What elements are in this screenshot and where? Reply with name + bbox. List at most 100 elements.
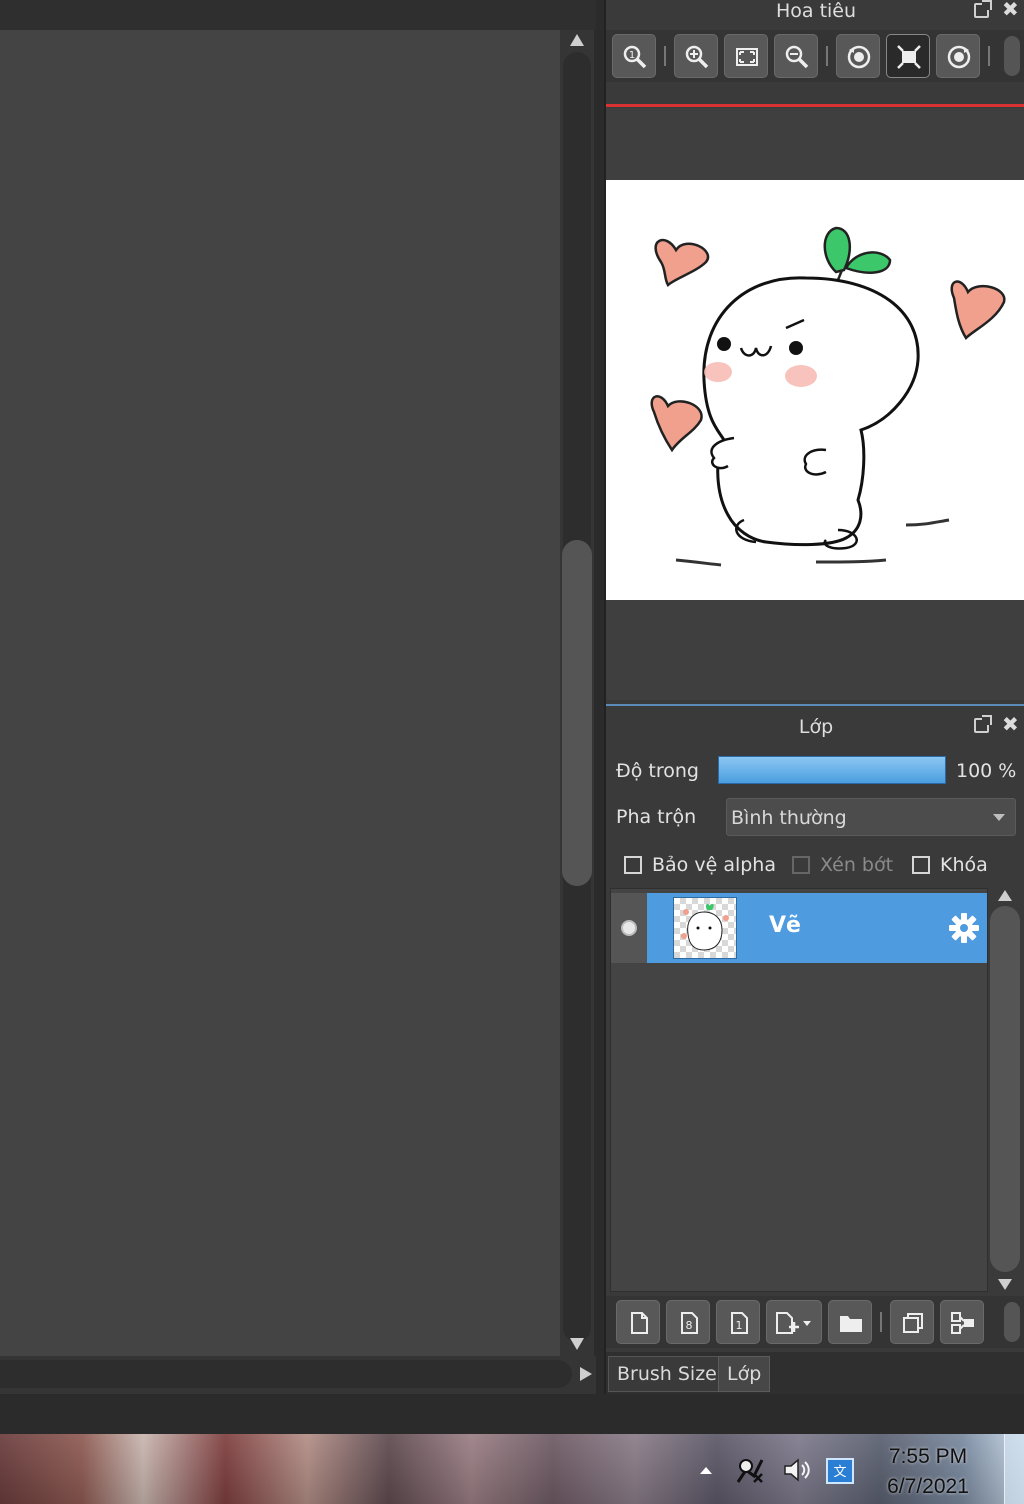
add-layer-dropdown-icon bbox=[776, 1312, 811, 1334]
float-panel-icon[interactable] bbox=[974, 715, 992, 733]
lock-checkbox[interactable] bbox=[912, 856, 930, 874]
layer-name: Vẽ bbox=[769, 913, 801, 938]
layer-toolbar: 8 1 bbox=[606, 1296, 1024, 1348]
navigator-title: Hoa tiêu bbox=[775, 0, 857, 22]
canvas-vertical-scrollbar[interactable] bbox=[560, 30, 594, 1356]
layer-visibility-toggle[interactable] bbox=[611, 893, 647, 963]
scrollbar-thumb[interactable] bbox=[562, 540, 592, 886]
volume-icon[interactable] bbox=[782, 1456, 812, 1484]
sprout-leaf bbox=[844, 251, 892, 274]
dock-splitter[interactable] bbox=[596, 0, 604, 1394]
merge-layer-icon bbox=[951, 1312, 974, 1334]
opacity-value: 100 % bbox=[956, 760, 1017, 782]
system-clock[interactable]: 7:55 PM 6/7/2021 bbox=[876, 1442, 980, 1502]
character-body bbox=[702, 276, 920, 547]
clipping-label: Xén bớt bbox=[820, 854, 894, 876]
layer-thumbnail-image bbox=[681, 903, 729, 951]
new-8bit-layer-icon: 8 bbox=[681, 1312, 698, 1334]
zoom-reset-button[interactable]: 1 bbox=[612, 34, 656, 78]
scroll-up-arrow-icon[interactable] bbox=[570, 34, 584, 46]
taskbar: 文 7:55 PM 6/7/2021 bbox=[0, 1434, 1024, 1504]
rotate-left-icon bbox=[847, 45, 871, 69]
system-tray: 文 7:55 PM 6/7/2021 bbox=[690, 1434, 1024, 1504]
svg-text:8: 8 bbox=[686, 1319, 693, 1332]
rotate-left-button[interactable] bbox=[836, 34, 880, 78]
status-strip bbox=[0, 1394, 1024, 1434]
rotate-right-icon bbox=[947, 45, 971, 69]
new-8bit-layer-button[interactable]: 8 bbox=[666, 1300, 710, 1344]
navigator-view-frame-line bbox=[606, 104, 1024, 107]
blend-mode-select[interactable]: Bình thường bbox=[726, 798, 1016, 836]
duplicate-layer-icon bbox=[903, 1313, 923, 1333]
zoom-reset-icon: 1 bbox=[623, 45, 647, 69]
network-icon[interactable] bbox=[734, 1456, 766, 1484]
new-1bit-layer-button[interactable]: 1 bbox=[716, 1300, 760, 1344]
character-eye bbox=[717, 337, 731, 351]
zoom-in-button[interactable] bbox=[674, 34, 718, 78]
character-cheek bbox=[785, 365, 817, 387]
dock-tab-bar: Brush Size Lớp bbox=[606, 1352, 1024, 1394]
clipping-checkbox[interactable] bbox=[792, 856, 810, 874]
panel-divider[interactable] bbox=[606, 704, 1024, 706]
input-method-icon[interactable]: 文 bbox=[824, 1456, 856, 1486]
toolbar-separator bbox=[664, 46, 666, 66]
show-hidden-icons-icon[interactable] bbox=[698, 1464, 714, 1476]
toolbar-separator bbox=[880, 1312, 882, 1332]
merge-layer-button[interactable] bbox=[940, 1300, 984, 1344]
show-desktop-button[interactable] bbox=[1004, 1434, 1024, 1504]
new-folder-button[interactable] bbox=[828, 1300, 872, 1344]
scrollbar-thumb[interactable] bbox=[990, 906, 1020, 1272]
scroll-right-arrow-icon[interactable] bbox=[580, 1367, 592, 1381]
zoom-out-button[interactable] bbox=[774, 34, 818, 78]
top-strip bbox=[0, 0, 604, 30]
close-panel-icon[interactable]: ✖ bbox=[1002, 714, 1019, 734]
toolbar-overflow-scroll[interactable] bbox=[1004, 1302, 1020, 1342]
toolbar-separator bbox=[988, 46, 990, 66]
chevron-down-icon bbox=[993, 814, 1005, 821]
visibility-dot-icon bbox=[621, 920, 637, 936]
fit-screen-button[interactable] bbox=[724, 34, 768, 78]
close-panel-icon[interactable]: ✖ bbox=[1002, 0, 1019, 19]
zoom-in-icon bbox=[685, 45, 709, 69]
protect-alpha-label: Bảo vệ alpha bbox=[652, 854, 776, 876]
scroll-up-arrow-icon[interactable] bbox=[998, 890, 1012, 901]
navigator-view[interactable] bbox=[606, 108, 1024, 700]
toolbar-separator bbox=[826, 46, 828, 66]
heart-shape bbox=[654, 238, 710, 287]
opacity-label: Độ trong bbox=[616, 760, 699, 782]
canvas-horizontal-scrollbar[interactable] bbox=[0, 1356, 604, 1394]
layer-list-scrollbar[interactable] bbox=[990, 888, 1020, 1292]
svg-text:文: 文 bbox=[833, 1465, 846, 1480]
canvas-area[interactable] bbox=[0, 30, 560, 1356]
navigator-canvas-preview[interactable] bbox=[606, 180, 1024, 600]
duplicate-layer-button[interactable] bbox=[890, 1300, 934, 1344]
tab-layer[interactable]: Lớp bbox=[718, 1356, 771, 1392]
opacity-slider[interactable] bbox=[718, 756, 946, 784]
rotate-right-button[interactable] bbox=[936, 34, 980, 78]
protect-alpha-checkbox[interactable] bbox=[624, 856, 642, 874]
float-panel-icon[interactable] bbox=[974, 0, 992, 18]
scrollbar-track[interactable] bbox=[0, 1360, 572, 1388]
actual-size-button[interactable] bbox=[886, 34, 930, 78]
new-1bit-layer-icon: 1 bbox=[731, 1312, 748, 1334]
blend-label: Pha trộn bbox=[616, 806, 697, 828]
svg-text:1: 1 bbox=[629, 50, 635, 61]
gear-icon[interactable] bbox=[947, 911, 981, 945]
character-eye bbox=[789, 341, 803, 355]
add-layer-dropdown-button[interactable] bbox=[766, 1300, 822, 1344]
layer-list[interactable]: Vẽ bbox=[610, 888, 988, 1292]
scroll-down-arrow-icon[interactable] bbox=[570, 1338, 584, 1350]
navigator-toolbar: 1 bbox=[606, 30, 1024, 82]
new-layer-button[interactable] bbox=[616, 1300, 660, 1344]
fit-screen-icon bbox=[736, 48, 758, 66]
scroll-down-arrow-icon[interactable] bbox=[998, 1279, 1012, 1290]
zoom-out-icon bbox=[785, 45, 809, 69]
actual-size-icon bbox=[897, 45, 921, 69]
lock-label: Khóa bbox=[940, 854, 988, 876]
toolbar-overflow-scroll[interactable] bbox=[1004, 36, 1020, 76]
svg-text:1: 1 bbox=[736, 1319, 743, 1332]
layer-row[interactable]: Vẽ bbox=[611, 893, 987, 963]
tab-brush-size[interactable]: Brush Size bbox=[608, 1356, 726, 1392]
character-cheek bbox=[704, 362, 732, 382]
heart-shape bbox=[950, 280, 1006, 341]
